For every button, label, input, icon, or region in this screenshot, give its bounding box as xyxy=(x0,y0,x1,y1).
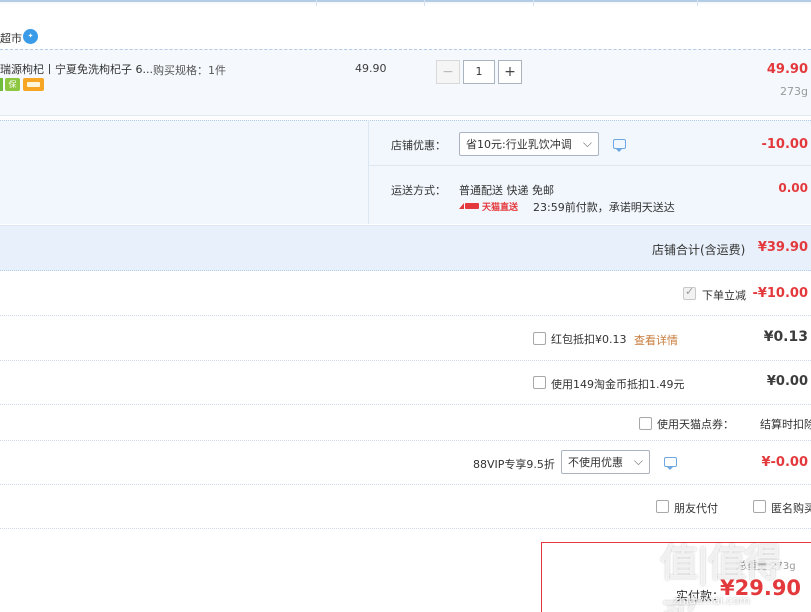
service-icon-green xyxy=(0,78,3,91)
shop-discount-amount: -10.00 xyxy=(761,137,808,152)
row-divider xyxy=(0,404,811,405)
shipping-method: 普通配送 快递 免邮 xyxy=(459,184,554,197)
header-divider xyxy=(697,0,698,6)
shop-total-label: 店铺合计(含运费) xyxy=(652,243,746,257)
site-watermark-url: zhidemai.com xyxy=(673,594,751,607)
quantity-input[interactable]: 1 xyxy=(463,60,495,84)
block-divider xyxy=(368,165,811,166)
wangwang-icon[interactable]: ✦ xyxy=(23,29,38,44)
tmall-delivery-badge: 天猫直送 xyxy=(459,200,519,213)
shipping-promise: 23:59前付款，承诺明天送达 xyxy=(533,201,675,214)
shop-discount-selected: 省10元:行业乳饮冲调 xyxy=(466,138,572,151)
tmall-points-label: 使用天猫点券： xyxy=(657,418,734,431)
instant-discount-checkbox[interactable] xyxy=(683,285,696,300)
shipping-label: 运送方式： xyxy=(391,184,446,197)
guarantee-icon: 保 xyxy=(5,78,20,91)
row-divider xyxy=(0,360,811,361)
row-divider xyxy=(0,315,811,316)
shop-discount-select[interactable]: 省10元:行业乳饮冲调 ⌵ xyxy=(459,132,599,156)
chevron-down-icon: ⌵ xyxy=(582,136,592,150)
instant-discount-label: 下单立减 xyxy=(702,289,746,302)
tmall-points-note: 结算时扣除 xyxy=(760,418,811,431)
quantity-increase-button[interactable]: + xyxy=(498,60,522,84)
taobao-coins-checkbox[interactable] xyxy=(533,376,546,389)
vip88-label: 88VIP专享9.5折 xyxy=(473,458,555,471)
red-packet-amount: ¥0.13 xyxy=(763,329,808,345)
header-divider xyxy=(316,0,317,6)
row-divider xyxy=(0,484,811,485)
red-packet-label: 红包抵扣¥0.13 xyxy=(551,333,627,346)
instant-discount-amount: -¥10.00 xyxy=(752,286,808,301)
taobao-coins-label: 使用149淘金币抵扣1.49元 xyxy=(551,378,685,391)
tmall-logo-icon xyxy=(465,203,479,209)
friend-pay-label: 朋友代付 xyxy=(674,502,718,515)
block-divider xyxy=(368,120,369,224)
shop-total-amount: ¥39.90 xyxy=(757,240,808,255)
delivery-truck-icon xyxy=(459,203,464,209)
shop-name[interactable]: 超市 xyxy=(0,30,22,46)
vip88-select[interactable]: 不使用优惠 ⌵ xyxy=(561,450,650,474)
item-spec: 购买规格：1件 xyxy=(153,64,226,77)
chat-icon[interactable] xyxy=(664,457,677,470)
item-weight: 273g xyxy=(780,85,808,98)
friend-pay-checkbox[interactable] xyxy=(656,500,669,513)
item-row xyxy=(0,49,811,116)
credit-card-icon xyxy=(23,78,44,91)
shipping-amount: 0.00 xyxy=(778,181,808,195)
row-divider xyxy=(0,440,811,441)
anonymous-checkbox[interactable] xyxy=(753,500,766,513)
shop-options-block xyxy=(0,120,811,224)
anonymous-label: 匿名购买 xyxy=(771,502,811,515)
shop-discount-label: 店铺优惠： xyxy=(391,139,446,152)
taobao-coins-amount: ¥0.00 xyxy=(766,374,808,389)
item-subtotal: 49.90 xyxy=(766,62,808,77)
tmall-badge-text: 天猫直送 xyxy=(482,202,519,213)
chevron-down-icon: ⌵ xyxy=(633,454,643,468)
unit-price: 49.90 xyxy=(355,62,387,75)
item-title[interactable]: 瑞源枸杞丨宁夏免洗枸杞子 6... xyxy=(0,61,153,77)
row-divider xyxy=(0,528,811,529)
header-divider xyxy=(533,0,534,6)
vip88-amount: ¥-0.00 xyxy=(761,455,808,470)
red-packet-details-link[interactable]: 查看详情 xyxy=(634,332,678,348)
header-divider xyxy=(424,0,425,6)
chat-icon[interactable] xyxy=(613,139,626,152)
tmall-points-checkbox[interactable] xyxy=(639,417,652,430)
red-packet-checkbox[interactable] xyxy=(533,332,546,345)
table-header-strip xyxy=(0,0,811,4)
vip88-selected: 不使用优惠 xyxy=(568,456,623,469)
quantity-decrease-button[interactable]: − xyxy=(436,60,460,84)
